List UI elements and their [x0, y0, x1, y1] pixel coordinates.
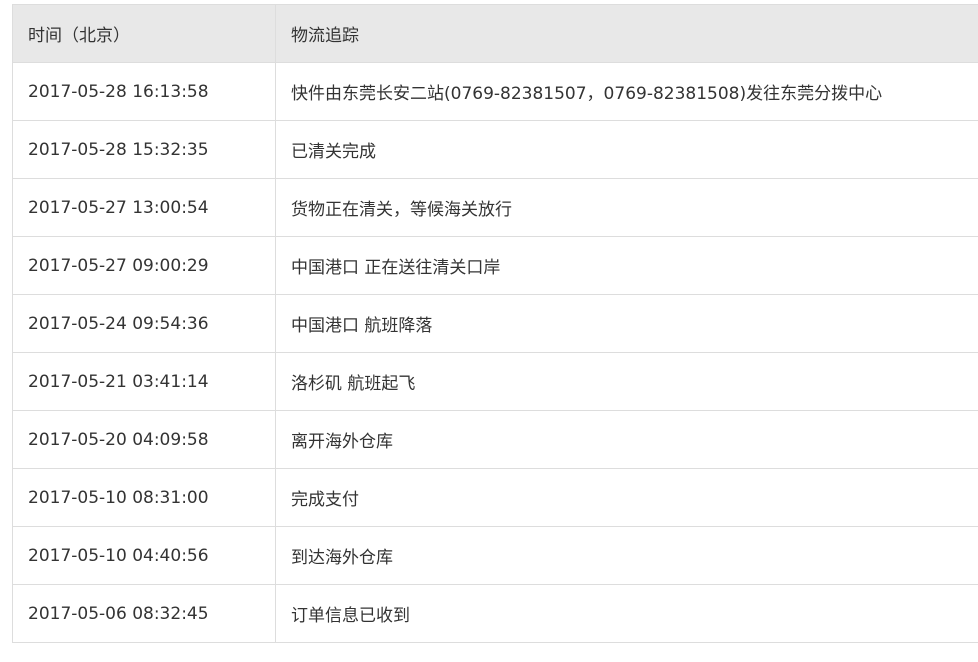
row-event: 洛杉矶 航班起飞: [275, 352, 978, 411]
table-row: 2017-05-10 08:31:00 完成支付: [12, 468, 978, 527]
table-row: 2017-05-20 04:09:58 离开海外仓库: [12, 410, 978, 469]
table-row: 2017-05-27 13:00:54 货物正在清关，等候海关放行: [12, 178, 978, 237]
row-event: 到达海外仓库: [275, 526, 978, 585]
row-event: 已清关完成: [275, 120, 978, 179]
row-time: 2017-05-21 03:41:14: [12, 352, 276, 411]
row-event: 离开海外仓库: [275, 410, 978, 469]
table-row: 2017-05-24 09:54:36 中国港口 航班降落: [12, 294, 978, 353]
row-time: 2017-05-10 04:40:56: [12, 526, 276, 585]
row-time: 2017-05-27 13:00:54: [12, 178, 276, 237]
row-event: 完成支付: [275, 468, 978, 527]
row-time: 2017-05-28 15:32:35: [12, 120, 276, 179]
table-row: 2017-05-21 03:41:14 洛杉矶 航班起飞: [12, 352, 978, 411]
table-row: 2017-05-27 09:00:29 中国港口 正在送往清关口岸: [12, 236, 978, 295]
table-body: 2017-05-28 16:13:58 快件由东莞长安二站(0769-82381…: [12, 62, 978, 643]
row-event: 中国港口 航班降落: [275, 294, 978, 353]
row-event: 订单信息已收到: [275, 584, 978, 643]
row-time: 2017-05-20 04:09:58: [12, 410, 276, 469]
row-time: 2017-05-27 09:00:29: [12, 236, 276, 295]
row-event: 货物正在清关，等候海关放行: [275, 178, 978, 237]
table-row: 2017-05-28 15:32:35 已清关完成: [12, 120, 978, 179]
tracking-table: 时间（北京） 物流追踪 2017-05-28 16:13:58 快件由东莞长安二…: [12, 4, 978, 643]
row-time: 2017-05-10 08:31:00: [12, 468, 276, 527]
header-time: 时间（北京）: [12, 4, 276, 63]
header-event: 物流追踪: [275, 4, 978, 63]
table-header: 时间（北京） 物流追踪: [12, 4, 978, 63]
table-row: 2017-05-10 04:40:56 到达海外仓库: [12, 526, 978, 585]
table-row: 2017-05-06 08:32:45 订单信息已收到: [12, 584, 978, 643]
row-event: 快件由东莞长安二站(0769-82381507，0769-82381508)发往…: [275, 62, 978, 121]
row-event: 中国港口 正在送往清关口岸: [275, 236, 978, 295]
row-time: 2017-05-24 09:54:36: [12, 294, 276, 353]
header-row: 时间（北京） 物流追踪: [12, 4, 978, 63]
table-row: 2017-05-28 16:13:58 快件由东莞长安二站(0769-82381…: [12, 62, 978, 121]
row-time: 2017-05-28 16:13:58: [12, 62, 276, 121]
row-time: 2017-05-06 08:32:45: [12, 584, 276, 643]
